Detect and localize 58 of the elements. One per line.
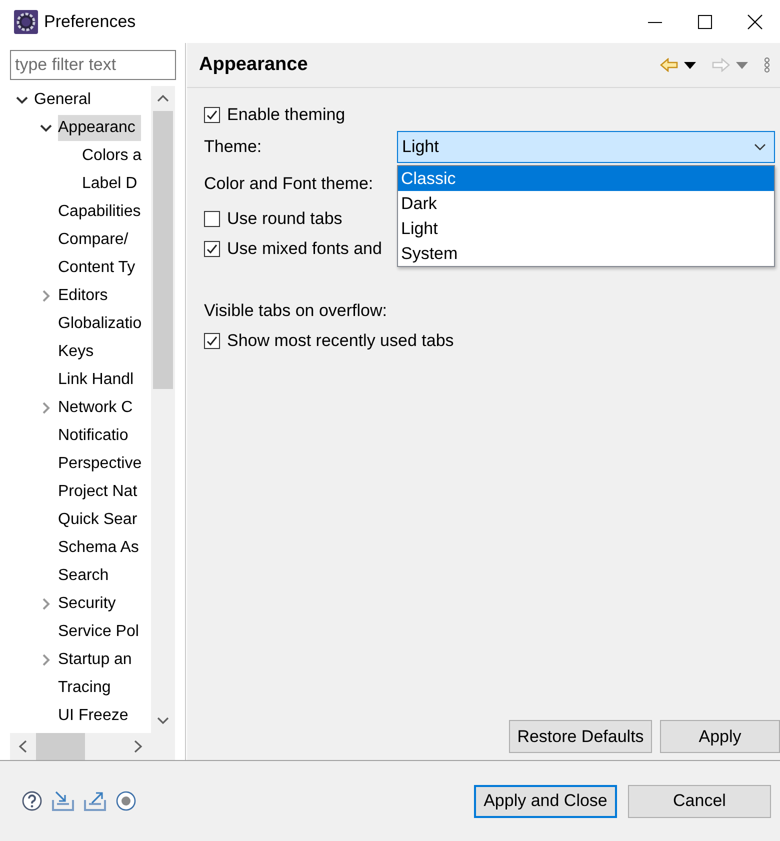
horizontal-scrollbar[interactable] [10, 733, 175, 760]
checkbox-label: Use round tabs [227, 209, 342, 229]
checkbox[interactable] [204, 333, 220, 349]
apply-button[interactable]: Apply [660, 720, 780, 753]
checkbox[interactable] [204, 241, 220, 257]
chevron-down-icon [754, 143, 766, 151]
tree-item[interactable]: General [34, 87, 91, 113]
maximize-icon[interactable] [697, 14, 713, 30]
tree-item[interactable]: Notificatio [58, 423, 128, 449]
tree-item[interactable]: Tracing [58, 675, 111, 701]
tree-item[interactable]: Project Nat [58, 479, 138, 505]
vertical-scrollbar[interactable] [151, 86, 175, 733]
tree-item[interactable]: Schema As [58, 535, 139, 561]
tree-item[interactable]: Search [58, 563, 109, 589]
tree-item[interactable]: Globalizatio [58, 311, 142, 337]
checkbox-label: Use mixed fonts and [227, 239, 382, 259]
tree-item[interactable]: Quick Sear [58, 507, 138, 533]
tree-item[interactable]: Service Pol [58, 619, 139, 645]
page-title: Appearance [199, 54, 309, 76]
import-icon[interactable] [52, 791, 74, 811]
tree-item[interactable]: Appearanc [58, 115, 142, 141]
tree-item[interactable]: Network C [58, 395, 133, 421]
tree-item[interactable]: Label D [82, 171, 138, 197]
record-icon[interactable] [116, 791, 136, 811]
filter-field[interactable]: type filter text [10, 50, 176, 80]
checkbox[interactable] [204, 107, 220, 123]
tree-item[interactable]: Startup an [58, 647, 132, 673]
tree-item[interactable]: Perspective [58, 451, 142, 477]
theme-dropdown[interactable]: Light [397, 131, 775, 163]
dropdown-option[interactable]: Classic [398, 166, 774, 191]
tree-item[interactable]: Link Handl [58, 367, 134, 393]
checkbox[interactable] [204, 211, 220, 227]
checkbox-label: Show most recently used tabs [227, 331, 454, 351]
app-icon [14, 10, 38, 34]
tree-item[interactable]: Compare/ [58, 227, 128, 253]
dropdown-option[interactable]: System [398, 241, 774, 266]
cancel-button[interactable]: Cancel [628, 784, 771, 818]
close-icon[interactable] [747, 14, 763, 30]
tree-item[interactable]: Content Ty [58, 255, 136, 281]
dropdown-arrow-icon[interactable] [684, 62, 696, 68]
field-label: Color and Font theme: [204, 174, 374, 194]
menu-icon[interactable] [764, 57, 770, 73]
tree-item[interactable]: Editors [58, 283, 108, 309]
window-title: Preferences [44, 12, 137, 32]
apply-and-close-button[interactable]: Apply and Close [474, 784, 617, 818]
restore-defaults-button[interactable]: Restore Defaults [509, 720, 652, 753]
section-label: Visible tabs on overflow: [204, 301, 388, 321]
dropdown-option[interactable]: Dark [398, 191, 774, 216]
dropdown-option[interactable]: Light [398, 216, 774, 241]
tree-item[interactable]: Keys [58, 339, 94, 365]
checkbox-label: Enable theming [227, 105, 346, 125]
export-icon[interactable] [84, 791, 106, 811]
tree-item[interactable]: Colors a [82, 143, 142, 169]
tree-item[interactable]: Capabilities [58, 199, 141, 225]
tree-item[interactable]: UI Freeze [58, 703, 128, 729]
field-label: Theme: [204, 137, 263, 157]
help-icon[interactable] [22, 791, 42, 811]
tree-item[interactable]: Security [58, 591, 116, 617]
